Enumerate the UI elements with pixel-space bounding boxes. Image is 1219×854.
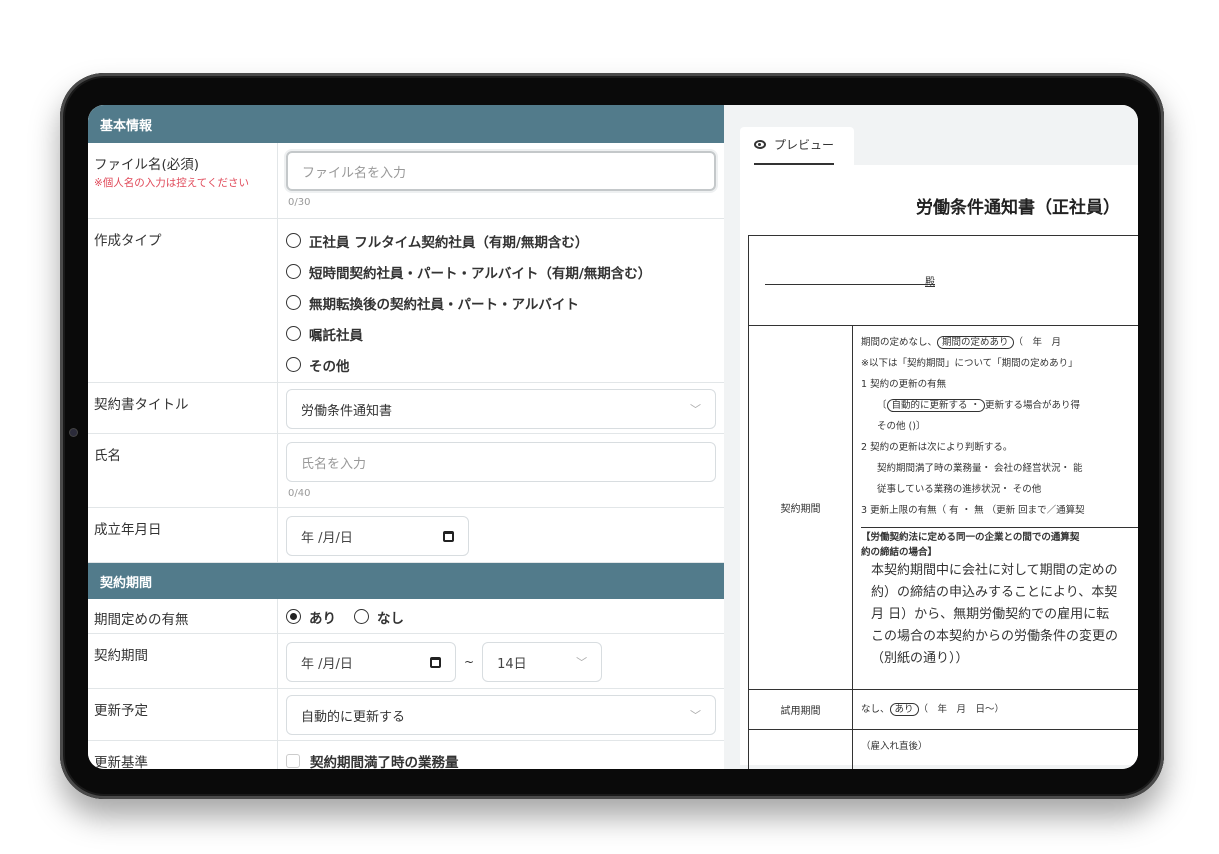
renewal-criteria-label: 更新基準 (88, 741, 278, 769)
trial-cell-label: 試用期間 (749, 690, 853, 729)
row-renewal-plan: 更新予定 自動的に更新する ﹀ (88, 689, 724, 741)
renewal-plan-select[interactable]: 自動的に更新する ﹀ (286, 695, 716, 735)
document-table: 殿 契約期間 期間の定めなし、 期間の定めあり（ 年 月 ※以下は「契約期間」につ… (748, 235, 1138, 769)
addressee-dono: 殿 (925, 277, 935, 288)
contract-title-label: 契約書タイトル (88, 383, 278, 433)
filename-warning: ※個人名の入力は控えてください (94, 177, 249, 189)
next-cell-label (749, 730, 853, 769)
period-cell-body: 期間の定めなし、 期間の定めあり（ 年 月 ※以下は「契約期間」について「期間の定… (853, 326, 1138, 689)
row-contract-title: 契約書タイトル 労働条件通知書 ﹀ (88, 383, 724, 434)
period-tilde: ~ (464, 655, 475, 669)
period-cell-label: 契約期間 (749, 326, 853, 689)
established-date-label: 成立年月日 (88, 508, 278, 562)
document-paper: 労働条件通知書（正社員） 殿 契約期間 期間の定めなし、 期間の定めあり（ 年 月… (740, 165, 1138, 769)
chevron-down-icon: ﹀ (576, 656, 588, 669)
radio-icon (286, 295, 301, 310)
filename-label: ファイル名(必須) (94, 157, 200, 173)
filename-input[interactable]: ファイル名を入力 (286, 151, 716, 191)
preview-panel: プレビュー 労働条件通知書（正社員） 殿 契約期間 期間の定めなし、 期間の定めあ… (724, 105, 1138, 769)
filename-label-cell: ファイル名(必須) ※個人名の入力は控えてください (88, 143, 278, 218)
period-no-radio[interactable]: なし (354, 601, 404, 632)
app-screen: 基本情報 ファイル名(必須) ※個人名の入力は控えてください ファイル名を入力 … (88, 105, 1138, 769)
contract-period-label: 契約期間 (88, 634, 278, 688)
trial-row: 試用期間 なし、 あり（ 年 月 日〜） (749, 690, 1138, 730)
row-contract-period: 契約期間 年 /月/日 ~ 14日 ﹀ (88, 634, 724, 689)
name-counter: 0/40 (288, 488, 311, 499)
radio-icon (354, 609, 369, 624)
create-type-option-5[interactable]: その他 (286, 349, 716, 380)
contract-form: 基本情報 ファイル名(必須) ※個人名の入力は控えてください ファイル名を入力 … (88, 105, 724, 769)
next-row: （雇入れ直後） (749, 730, 1138, 769)
name-input[interactable]: 氏名を入力 (286, 442, 716, 482)
pill-trial: あり (889, 703, 919, 716)
pill-auto-renew: 自動的に更新する ・ (886, 399, 986, 412)
row-name: 氏名 氏名を入力 0/40 (88, 434, 724, 508)
period-row: 契約期間 期間の定めなし、 期間の定めあり（ 年 月 ※以下は「契約期間」について… (749, 326, 1138, 690)
chevron-down-icon: ﹀ (690, 709, 701, 722)
create-type-option-3[interactable]: 無期転換後の契約社員・パート・アルバイト (286, 287, 716, 318)
period-defined-label: 期間定めの有無 (88, 599, 278, 633)
pill-period-defined: 期間の定めあり (937, 336, 1014, 349)
period-start-date[interactable]: 年 /月/日 (286, 642, 456, 682)
chevron-down-icon: ﹀ (690, 403, 701, 416)
create-type-option-2[interactable]: 短時間契約社員・パート・アルバイト（有期/無期含む） (286, 256, 716, 287)
radio-icon (286, 233, 301, 248)
calendar-icon[interactable] (443, 530, 454, 542)
section-basic-header: 基本情報 (88, 105, 724, 143)
period-end-select[interactable]: 14日 ﹀ (482, 642, 603, 682)
renewal-plan-label: 更新予定 (88, 689, 278, 740)
next-cell-body: （雇入れ直後） (861, 741, 928, 752)
create-type-option-1[interactable]: 正社員 フルタイム契約社員（有期/無期含む） (286, 225, 716, 256)
row-period-defined: 期間定めの有無 あり なし (88, 599, 724, 634)
row-renewal-criteria: 更新基準 契約期間満了時の業務量 (88, 741, 724, 769)
create-type-label: 作成タイプ (88, 219, 278, 382)
established-date-input[interactable]: 年 /月/日 (286, 516, 469, 556)
row-established-date: 成立年月日 年 /月/日 (88, 508, 724, 563)
tab-preview[interactable]: プレビュー (740, 127, 854, 165)
checkbox-icon (286, 753, 300, 768)
radio-icon (286, 357, 301, 372)
row-create-type: 作成タイプ 正社員 フルタイム契約社員（有期/無期含む） 短時間契約社員・パート… (88, 219, 724, 383)
create-type-option-4[interactable]: 嘱託社員 (286, 318, 716, 349)
tab-preview-label: プレビュー (774, 138, 835, 152)
row-filename: ファイル名(必須) ※個人名の入力は控えてください ファイル名を入力 0/30 (88, 143, 724, 219)
radio-icon (286, 264, 301, 279)
document-title: 労働条件通知書（正社員） (916, 198, 1120, 218)
filename-counter: 0/30 (288, 197, 311, 208)
camera-dot (70, 429, 77, 436)
eye-icon (754, 140, 766, 149)
tablet-frame: 基本情報 ファイル名(必須) ※個人名の入力は控えてください ファイル名を入力 … (60, 73, 1164, 799)
addressee-line (765, 284, 935, 285)
radio-selected-icon (286, 609, 301, 624)
trial-cell-body: なし、 あり（ 年 月 日〜） (861, 703, 1005, 716)
addressee-cell: 殿 (749, 236, 1138, 326)
section-period-header: 契約期間 (88, 563, 724, 599)
contract-title-select[interactable]: 労働条件通知書 ﹀ (286, 389, 716, 429)
name-label: 氏名 (88, 434, 278, 507)
period-yes-radio[interactable]: あり (286, 601, 336, 632)
radio-icon (286, 326, 301, 341)
renewal-criteria-option-1[interactable]: 契約期間満了時の業務量 (286, 745, 716, 769)
calendar-icon[interactable] (430, 656, 441, 668)
